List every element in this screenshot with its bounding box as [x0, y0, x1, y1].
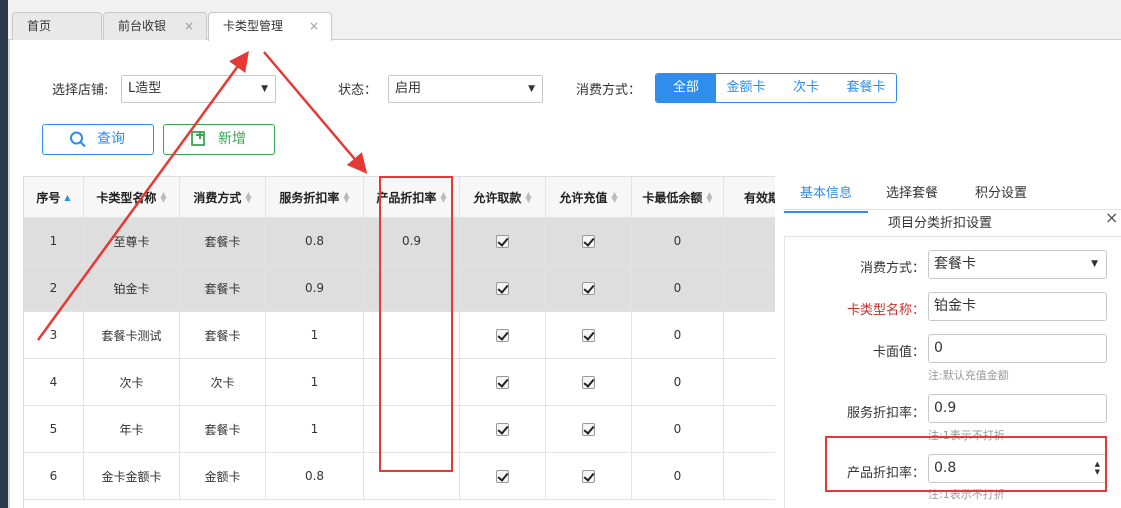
annotation-arrow-to-column [263, 51, 368, 174]
annotation-arrows [36, 50, 368, 341]
annotation-arrow-to-tab [36, 50, 249, 341]
